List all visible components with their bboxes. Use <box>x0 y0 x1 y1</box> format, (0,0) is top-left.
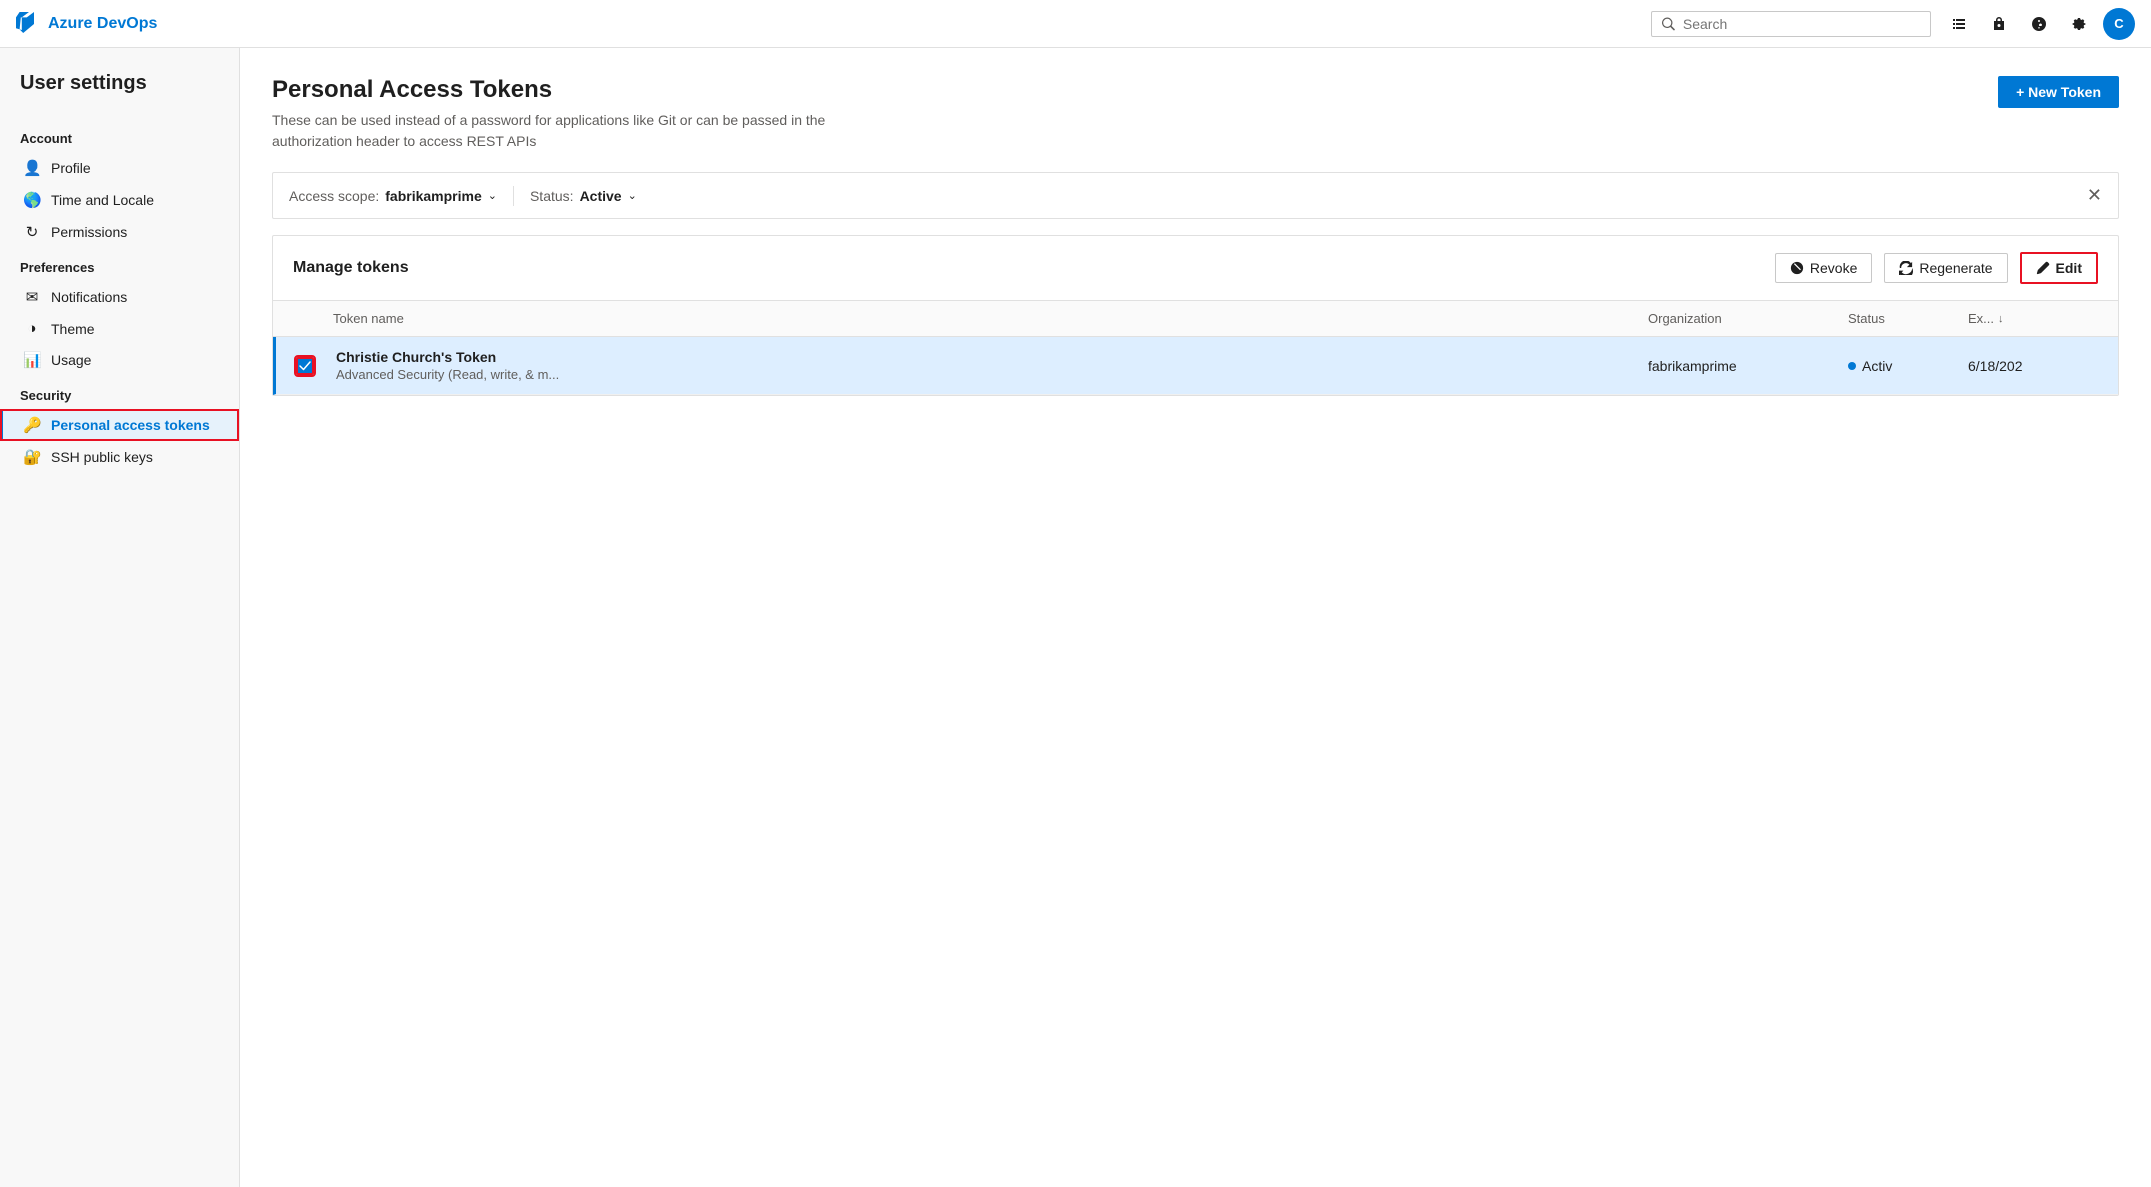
table-row[interactable]: Christie Church's Token Advanced Securit… <box>273 337 2118 395</box>
table-header-row: Token name Organization Status Ex... ↓ <box>273 301 2118 337</box>
filter-close-button[interactable]: ✕ <box>2087 185 2102 206</box>
edit-button[interactable]: Edit <box>2020 252 2098 284</box>
sidebar-section-preferences: Preferences <box>0 248 239 281</box>
td-token-name: Christie Church's Token Advanced Securit… <box>336 349 1648 382</box>
permissions-icon: ↻ <box>23 223 41 241</box>
token-display-name: Christie Church's Token <box>336 349 1648 365</box>
theme-icon: ◑ <box>23 320 41 337</box>
lock-icon <box>1991 16 2007 32</box>
th-token-name: Token name <box>333 311 1648 326</box>
app-name: Azure DevOps <box>48 15 157 33</box>
sidebar-section-account: Account <box>0 119 239 152</box>
sidebar-section-security: Security <box>0 376 239 409</box>
sidebar-item-label: Notifications <box>51 289 127 305</box>
sidebar: User settings Account 👤 Profile 🌎 Time a… <box>0 48 240 1187</box>
sidebar-item-label: SSH public keys <box>51 449 153 465</box>
access-scope-label: Access scope: <box>289 188 379 204</box>
status-indicator-icon <box>1848 362 1856 370</box>
token-icon: 🔑 <box>23 416 41 434</box>
azure-devops-logo-icon <box>16 12 40 36</box>
profile-icon: 👤 <box>23 159 41 177</box>
sidebar-item-usage[interactable]: 📊 Usage <box>0 344 239 376</box>
access-scope-chevron-icon: ⌄ <box>488 189 497 202</box>
sidebar-item-notifications[interactable]: ✉ Notifications <box>0 281 239 313</box>
tasklist-icon <box>1951 16 1967 32</box>
filter-bar: Access scope: fabrikamprime ⌄ Status: Ac… <box>272 172 2119 219</box>
task-list-icon-button[interactable] <box>1943 8 1975 40</box>
new-token-button[interactable]: + New Token <box>1998 76 2119 108</box>
regenerate-icon <box>1899 261 1913 275</box>
settings-icon-button[interactable] <box>2063 8 2095 40</box>
ssh-icon: 🔐 <box>23 448 41 466</box>
sidebar-item-personal-access-tokens[interactable]: 🔑 Personal access tokens <box>0 409 239 441</box>
lock-icon-button[interactable] <box>1983 8 2015 40</box>
sidebar-item-label: Theme <box>51 321 95 337</box>
th-expiry: Ex... ↓ <box>1968 311 2098 326</box>
sidebar-item-label: Profile <box>51 160 91 176</box>
row-checkbox[interactable] <box>296 357 314 375</box>
td-expiry: 6/18/202 <box>1968 358 2098 374</box>
sidebar-item-permissions[interactable]: ↻ Permissions <box>0 216 239 248</box>
app-logo[interactable]: Azure DevOps <box>16 12 157 36</box>
checkmark-icon <box>299 360 311 372</box>
revoke-button[interactable]: Revoke <box>1775 253 1872 283</box>
revoke-label: Revoke <box>1810 260 1857 276</box>
top-navigation: Azure DevOps C <box>0 0 2151 48</box>
sidebar-item-label: Usage <box>51 352 91 368</box>
manage-tokens-section: Manage tokens Revoke Regenerate <box>272 235 2119 396</box>
regenerate-label: Regenerate <box>1919 260 1992 276</box>
td-checkbox[interactable] <box>296 357 336 375</box>
revoke-icon <box>1790 261 1804 275</box>
topnav-icon-group: C <box>1943 8 2135 40</box>
sidebar-title: User settings <box>0 72 239 119</box>
token-table: Token name Organization Status Ex... ↓ <box>273 301 2118 395</box>
access-scope-filter[interactable]: Access scope: fabrikamprime ⌄ <box>289 188 497 204</box>
status-filter[interactable]: Status: Active ⌄ <box>530 188 637 204</box>
notifications-icon: ✉ <box>23 288 41 306</box>
sort-arrow-icon: ↓ <box>1998 313 2004 325</box>
page-subtitle: These can be used instead of a password … <box>272 110 872 152</box>
edit-label: Edit <box>2056 260 2082 276</box>
td-organization: fabrikamprime <box>1648 358 1848 374</box>
help-icon-button[interactable] <box>2023 8 2055 40</box>
manage-tokens-header: Manage tokens Revoke Regenerate <box>273 236 2118 301</box>
page-layout: User settings Account 👤 Profile 🌎 Time a… <box>0 48 2151 1187</box>
header-text: Personal Access Tokens These can be used… <box>272 76 872 152</box>
status-filter-label: Status: <box>530 188 574 204</box>
regenerate-button[interactable]: Regenerate <box>1884 253 2007 283</box>
td-status: Activ <box>1848 358 1968 374</box>
page-header: Personal Access Tokens These can be used… <box>272 76 2119 152</box>
sidebar-item-ssh-keys[interactable]: 🔐 SSH public keys <box>0 441 239 473</box>
token-description: Advanced Security (Read, write, & m... <box>336 367 1648 382</box>
main-content: Personal Access Tokens These can be used… <box>240 48 2151 1187</box>
manage-tokens-title: Manage tokens <box>293 259 1763 277</box>
sidebar-item-label: Personal access tokens <box>51 417 210 433</box>
avatar[interactable]: C <box>2103 8 2135 40</box>
globe-icon: 🌎 <box>23 191 41 209</box>
search-input[interactable] <box>1683 16 1920 32</box>
search-icon <box>1662 17 1675 31</box>
page-title: Personal Access Tokens <box>272 76 872 104</box>
th-status: Status <box>1848 311 1968 326</box>
search-box[interactable] <box>1651 11 1931 37</box>
access-scope-value: fabrikamprime <box>385 188 481 204</box>
sidebar-item-label: Permissions <box>51 224 127 240</box>
edit-icon <box>2036 261 2050 275</box>
th-organization: Organization <box>1648 311 1848 326</box>
sidebar-item-time-locale[interactable]: 🌎 Time and Locale <box>0 184 239 216</box>
gear-icon <box>2071 16 2087 32</box>
status-value: Activ <box>1862 358 1892 374</box>
avatar-initials: C <box>2114 16 2123 31</box>
th-expiry-label: Ex... <box>1968 311 1994 326</box>
sidebar-item-theme[interactable]: ◑ Theme <box>0 313 239 344</box>
sidebar-item-profile[interactable]: 👤 Profile <box>0 152 239 184</box>
help-icon <box>2031 16 2047 32</box>
usage-icon: 📊 <box>23 351 41 369</box>
status-filter-value: Active <box>580 188 622 204</box>
filter-divider <box>513 186 514 206</box>
status-chevron-icon: ⌄ <box>628 189 637 202</box>
sidebar-item-label: Time and Locale <box>51 192 154 208</box>
